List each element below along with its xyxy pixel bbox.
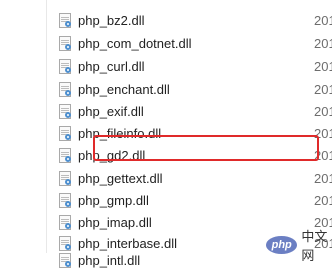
watermark-text: 中文网 xyxy=(301,229,328,263)
file-row[interactable]: php_curl.dll 201 xyxy=(47,56,332,78)
file-date: 201 xyxy=(314,36,332,51)
watermark: php 中文网 xyxy=(266,229,332,263)
dll-file-icon xyxy=(59,126,71,141)
file-name: php_gettext.dll xyxy=(78,171,163,186)
file-date: 201 xyxy=(314,193,332,208)
dll-file-icon xyxy=(59,13,71,28)
file-row[interactable]: php_bz2.dll 201 xyxy=(47,10,332,32)
file-date: 201 xyxy=(314,82,332,97)
file-date: 201 xyxy=(314,13,332,28)
file-name: php_imap.dll xyxy=(78,215,152,230)
dll-file-icon xyxy=(59,253,71,268)
dll-file-icon xyxy=(59,236,71,251)
file-row[interactable]: php_imap.dll 201 xyxy=(47,212,332,234)
navigation-pane xyxy=(0,0,47,253)
file-date: 201 xyxy=(314,171,332,186)
file-list: php_bz2.dll 201 php_com_dotnet.dll 201 p… xyxy=(47,0,332,268)
file-row[interactable]: php_gmp.dll 201 xyxy=(47,190,332,212)
dll-file-icon xyxy=(59,215,71,230)
dll-file-icon xyxy=(59,104,71,119)
file-row[interactable]: php_gettext.dll 201 xyxy=(47,168,332,190)
file-row[interactable]: php_enchant.dll 201 xyxy=(47,79,332,101)
dll-file-icon xyxy=(59,82,71,97)
dll-file-icon xyxy=(59,193,71,208)
file-name: php_enchant.dll xyxy=(78,82,170,97)
file-name: php_exif.dll xyxy=(78,104,144,119)
dll-file-icon xyxy=(59,171,71,186)
highlight-box xyxy=(93,135,319,161)
dll-file-icon xyxy=(59,36,71,51)
file-name: php_bz2.dll xyxy=(78,13,145,28)
file-row[interactable]: php_com_dotnet.dll 201 xyxy=(47,33,332,55)
dll-file-icon xyxy=(59,59,71,74)
file-date: 201 xyxy=(314,59,332,74)
dll-file-icon xyxy=(59,148,71,163)
file-name: php_gmp.dll xyxy=(78,193,149,208)
file-date: 201 xyxy=(314,104,332,119)
file-name: php_curl.dll xyxy=(78,59,145,74)
file-row[interactable]: php_exif.dll 201 xyxy=(47,101,332,123)
php-logo-icon: php xyxy=(266,236,298,254)
file-name: php_com_dotnet.dll xyxy=(78,36,192,51)
file-name: php_intl.dll xyxy=(78,253,141,268)
